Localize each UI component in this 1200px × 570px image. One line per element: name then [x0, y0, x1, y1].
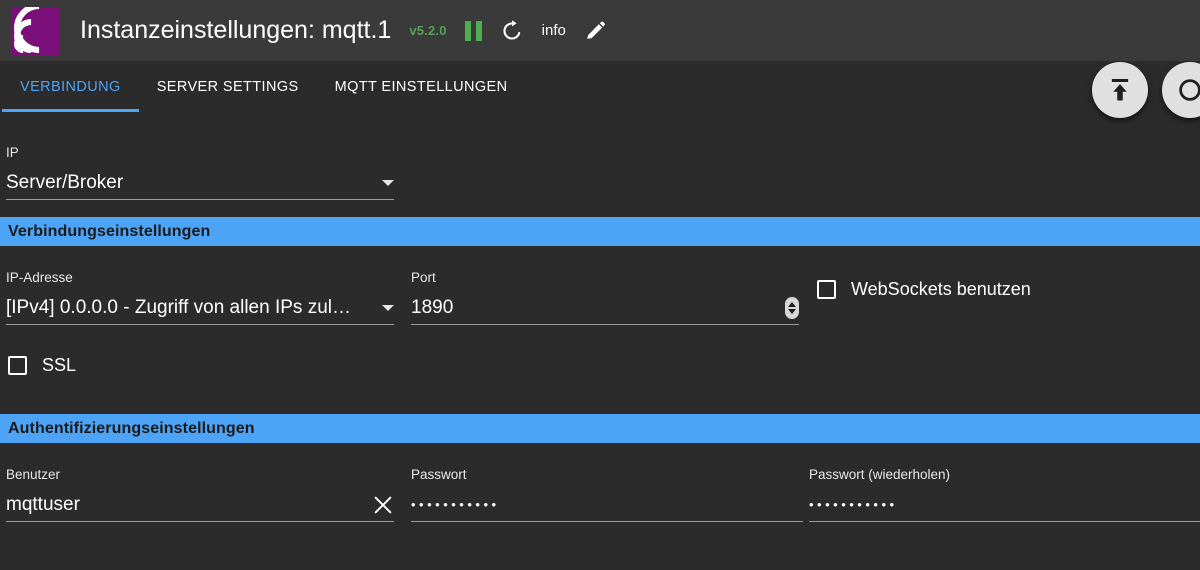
- mqtt-signal-logo-icon: [12, 6, 60, 55]
- password-input[interactable]: •••••••••••: [411, 488, 803, 522]
- port-value: 1890: [411, 296, 454, 318]
- tab-server-settings[interactable]: SERVER SETTINGS: [139, 62, 317, 112]
- websockets-checkbox[interactable]: WebSockets benutzen: [817, 279, 1031, 300]
- ip-address-label: IP-Adresse: [6, 270, 73, 285]
- chevron-down-icon[interactable]: [382, 304, 394, 311]
- user-label: Benutzer: [6, 467, 61, 482]
- section-title: Verbindungseinstellungen: [8, 222, 211, 240]
- user-value: mqttuser: [6, 493, 80, 515]
- port-input[interactable]: 1890: [411, 291, 799, 325]
- pause-icon[interactable]: [464, 20, 482, 41]
- password-label: Passwort: [411, 467, 467, 482]
- tab-mqtt-einstellungen[interactable]: MQTT EINSTELLUNGEN: [317, 62, 526, 112]
- app-header: Instanzeinstellungen: mqtt.1 v5.2.0 info: [0, 0, 1200, 62]
- section-header-connection: Verbindungseinstellungen: [0, 217, 1200, 246]
- password-repeat-input[interactable]: •••••••••••: [809, 488, 1200, 522]
- secondary-fab-icon[interactable]: [1162, 62, 1200, 118]
- tab-label: MQTT EINSTELLUNGEN: [334, 79, 508, 95]
- password-repeat-value: •••••••••••: [809, 496, 898, 512]
- user-input[interactable]: mqttuser: [6, 488, 394, 522]
- ip-address-select[interactable]: [IPv4] 0.0.0.0 - Zugriff von allen IPs z…: [6, 291, 394, 325]
- ip-mode-select[interactable]: Server/Broker: [6, 166, 394, 200]
- refresh-icon[interactable]: [500, 19, 524, 43]
- header-actions: info: [464, 19, 606, 43]
- close-icon[interactable]: [372, 494, 394, 516]
- fab-group: [1092, 62, 1200, 118]
- ssl-checkbox[interactable]: SSL: [8, 355, 76, 376]
- checkbox-box-icon: [817, 280, 836, 299]
- password-value: •••••••••••: [411, 496, 500, 512]
- ip-mode-value: Server/Broker: [6, 171, 124, 193]
- password-repeat-label: Passwort (wiederholen): [809, 467, 951, 482]
- tab-label: SERVER SETTINGS: [156, 79, 299, 95]
- section-title: Authentifizierungseinstellungen: [8, 419, 255, 437]
- ip-address-value: [IPv4] 0.0.0.0 - Zugriff von allen IPs z…: [6, 296, 351, 318]
- save-upload-icon[interactable]: [1092, 62, 1148, 118]
- page-title: Instanzeinstellungen: mqtt.1: [80, 16, 392, 44]
- port-label: Port: [411, 270, 436, 285]
- quantity-stepper[interactable]: [785, 296, 799, 319]
- pencil-icon[interactable]: [584, 20, 606, 42]
- tab-bar: VERBINDUNG SERVER SETTINGS MQTT EINSTELL…: [0, 62, 1200, 115]
- user-field: Benutzer mqttuser: [6, 455, 394, 522]
- tab-verbindung[interactable]: VERBINDUNG: [2, 62, 139, 112]
- password-field: Passwort •••••••••••: [411, 455, 803, 522]
- tab-label: VERBINDUNG: [20, 79, 121, 95]
- password-repeat-field: Passwort (wiederholen) •••••••••••: [809, 455, 1200, 522]
- websockets-label: WebSockets benutzen: [851, 279, 1031, 299]
- ssl-label: SSL: [42, 355, 77, 375]
- chevron-down-icon[interactable]: [382, 179, 394, 186]
- ip-address-field: IP-Adresse [IPv4] 0.0.0.0 - Zugriff von …: [6, 258, 394, 325]
- ip-mode-field: IP Server/Broker: [6, 133, 394, 200]
- port-field: Port 1890: [411, 258, 799, 325]
- section-header-auth: Authentifizierungseinstellungen: [0, 414, 1200, 443]
- ip-mode-label: IP: [6, 145, 19, 160]
- version-badge: v5.2.0: [409, 23, 447, 38]
- checkbox-box-icon: [8, 356, 27, 375]
- info-button[interactable]: info: [542, 22, 566, 39]
